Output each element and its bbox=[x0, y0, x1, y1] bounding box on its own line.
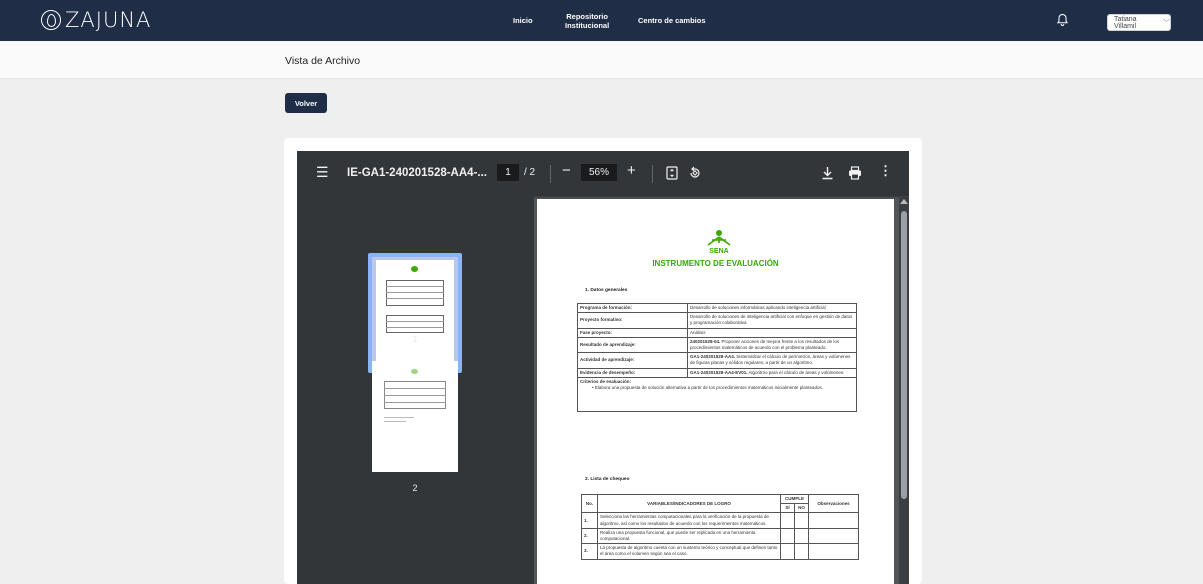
back-button[interactable]: Volver bbox=[285, 93, 327, 113]
document-title: INSTRUMENTO DE EVALUACIÓN bbox=[652, 259, 779, 268]
nav-repositorio-institucional[interactable]: Repositorio Institucional bbox=[565, 0, 609, 41]
row-label: Proyecto formativo: bbox=[577, 312, 688, 329]
table-row: 1. Selecciona las herramientas computaci… bbox=[581, 512, 859, 529]
row-value: GA1-240201528-AA4. Sistematizar el cálcu… bbox=[687, 352, 857, 369]
row-label: Actividad de aprendizaje: bbox=[577, 352, 688, 369]
table-row: 3. La propuesta de algoritmo cuenta con … bbox=[581, 543, 859, 560]
row-label: Resultado de aprendizaje: bbox=[577, 336, 688, 354]
print-icon[interactable] bbox=[848, 166, 862, 180]
row-value-code: 240201528-04. bbox=[690, 338, 721, 344]
nav-repositorio-line1: Repositorio bbox=[566, 11, 608, 21]
logo-text: ZAJUNA bbox=[65, 8, 152, 32]
pdf-file-name: IE-GA1-240201528-AA4-... bbox=[347, 167, 487, 179]
top-navbar: ZAJUNA Inicio Repositorio Institucional … bbox=[0, 0, 1203, 41]
thumbnail-page-2[interactable] bbox=[372, 361, 458, 472]
table-row: Evidencia de desempeño: GA1-240201528-AA… bbox=[577, 367, 857, 378]
thumbnail-page-1-image bbox=[376, 260, 454, 366]
page-count: / 2 bbox=[524, 167, 536, 178]
row-label: Fase proyecto: bbox=[577, 327, 688, 338]
nav-centro-de-cambios[interactable]: Centro de cambios bbox=[638, 0, 706, 41]
row-text: La propuesta de algoritmo cuenta con un … bbox=[597, 543, 781, 560]
download-icon[interactable] bbox=[821, 166, 834, 180]
table-row: 2. Realiza una propuesta funcional, que … bbox=[581, 527, 859, 545]
user-menu-select[interactable]: Tatiana Villamil ﹀ bbox=[1107, 14, 1171, 31]
thumbnail-page-1[interactable] bbox=[368, 253, 462, 373]
row-value-code: GA1-240201528-AA4. bbox=[690, 354, 736, 360]
row-text: Selecciona las herramientas computaciona… bbox=[597, 512, 781, 529]
row-value: 240201528-04. Proponer acciones de mejor… bbox=[687, 336, 857, 354]
table-row: Criterios de evaluación: • Elabora una p… bbox=[577, 376, 857, 412]
logo-icon bbox=[41, 10, 61, 30]
row-value: Desarrollo de soluciones de inteligencia… bbox=[687, 312, 857, 329]
menu-icon[interactable]: ☰ bbox=[316, 165, 329, 179]
fit-page-icon[interactable] bbox=[666, 166, 678, 180]
nav-inicio[interactable]: Inicio bbox=[513, 0, 533, 41]
row-value: Desarrollo de soluciones informáticas ap… bbox=[687, 302, 857, 314]
criteria-item-text: Elabora una propuesta de solución altern… bbox=[594, 385, 823, 391]
table-header-row: No. VARIABLES/INDICADORES DE LOGRO CUMPL… bbox=[581, 493, 859, 514]
sena-logo-icon: SENA bbox=[707, 230, 731, 255]
chevron-down-icon: ﹀ bbox=[1163, 19, 1170, 27]
toolbar-divider bbox=[550, 165, 551, 183]
more-options-icon[interactable]: ⋮ bbox=[879, 163, 892, 179]
row-value: GA1-240201528-AA4-EV01. Algoritmo para e… bbox=[687, 367, 857, 378]
zoom-out-icon[interactable]: − bbox=[562, 162, 571, 179]
rotate-icon[interactable] bbox=[688, 166, 702, 180]
table-row: Actividad de aprendizaje: GA1-240201528-… bbox=[577, 352, 857, 369]
scroll-up-arrow-icon[interactable] bbox=[900, 199, 908, 204]
row-label: Evidencia de desempeño: bbox=[577, 367, 688, 378]
current-page-input[interactable]: 1 bbox=[497, 164, 519, 181]
toolbar-divider bbox=[652, 165, 653, 183]
criteria-item: • Elabora una propuesta de solución alte… bbox=[592, 385, 823, 391]
page-header: Vista de Archivo bbox=[0, 41, 1203, 79]
svg-text:SENA: SENA bbox=[709, 248, 728, 255]
col-no: No. bbox=[581, 493, 598, 514]
table-row: Programa de formación: Desarrollo de sol… bbox=[577, 302, 857, 314]
pdf-toolbar: ☰ IE-GA1-240201528-AA4-... 1 / 2 − 56% +… bbox=[297, 151, 909, 196]
document-area: SENA INSTRUMENTO DE EVALUACIÓN 1. Datos … bbox=[535, 196, 897, 584]
zoom-in-icon[interactable]: + bbox=[627, 162, 636, 179]
checklist-table: No. VARIABLES/INDICADORES DE LOGRO CUMPL… bbox=[581, 493, 859, 560]
col-observaciones: Observaciones bbox=[808, 493, 859, 514]
scrollbar-thumb[interactable] bbox=[901, 211, 907, 499]
thumbnail-label-2: 2 bbox=[412, 483, 418, 493]
criteria-label: Criterios de evaluación: bbox=[580, 378, 632, 384]
nav-repositorio-line2: Institucional bbox=[565, 20, 610, 30]
col-variables: VARIABLES/INDICADORES DE LOGRO bbox=[597, 493, 781, 514]
row-label: Programa de formación: bbox=[577, 302, 688, 314]
row-number: 2. bbox=[581, 527, 598, 545]
table-row: Resultado de aprendizaje: 240201528-04. … bbox=[577, 336, 857, 354]
zoom-level-input[interactable]: 56% bbox=[581, 164, 617, 181]
zajuna-logo[interactable]: ZAJUNA bbox=[41, 8, 152, 32]
notification-bell-icon[interactable] bbox=[1056, 13, 1069, 27]
pdf-page-1: SENA INSTRUMENTO DE EVALUACIÓN 1. Datos … bbox=[537, 199, 894, 584]
col-si: SÍ bbox=[780, 503, 795, 514]
pdf-viewer: ☰ IE-GA1-240201528-AA4-... 1 / 2 − 56% +… bbox=[297, 151, 909, 584]
row-number: 1. bbox=[581, 512, 598, 529]
col-cumple: CUMPLE bbox=[780, 493, 809, 505]
table-row: Proyecto formativo: Desarrollo de soluci… bbox=[577, 312, 857, 329]
criteria-cell: Criterios de evaluación: • Elabora una p… bbox=[577, 376, 857, 412]
row-value-code: GA1-240201528-AA4-EV01. bbox=[690, 369, 748, 375]
row-value-text: Algoritmo para el cálculo de áreas y vol… bbox=[747, 369, 845, 375]
section-lista-de-chequeo: 2. Lista de chequeo bbox=[585, 477, 630, 482]
row-text: Realiza una propuesta funcional, que pue… bbox=[597, 527, 781, 545]
col-no-cumple: NO bbox=[794, 503, 809, 514]
section-datos-generales: 1. Datos generales bbox=[585, 288, 628, 293]
user-name: Tatiana Villamil bbox=[1114, 15, 1137, 30]
table-row: Fase proyecto: Análisis bbox=[577, 327, 857, 338]
thumbnail-label-1: 1 bbox=[412, 334, 418, 344]
row-number: 3. bbox=[581, 543, 598, 560]
page-title: Vista de Archivo bbox=[285, 55, 361, 67]
row-value: Análisis bbox=[687, 327, 857, 338]
thumbnail-sidebar: 1 2 bbox=[297, 196, 534, 584]
datos-generales-table: Programa de formación: Desarrollo de sol… bbox=[577, 302, 857, 412]
